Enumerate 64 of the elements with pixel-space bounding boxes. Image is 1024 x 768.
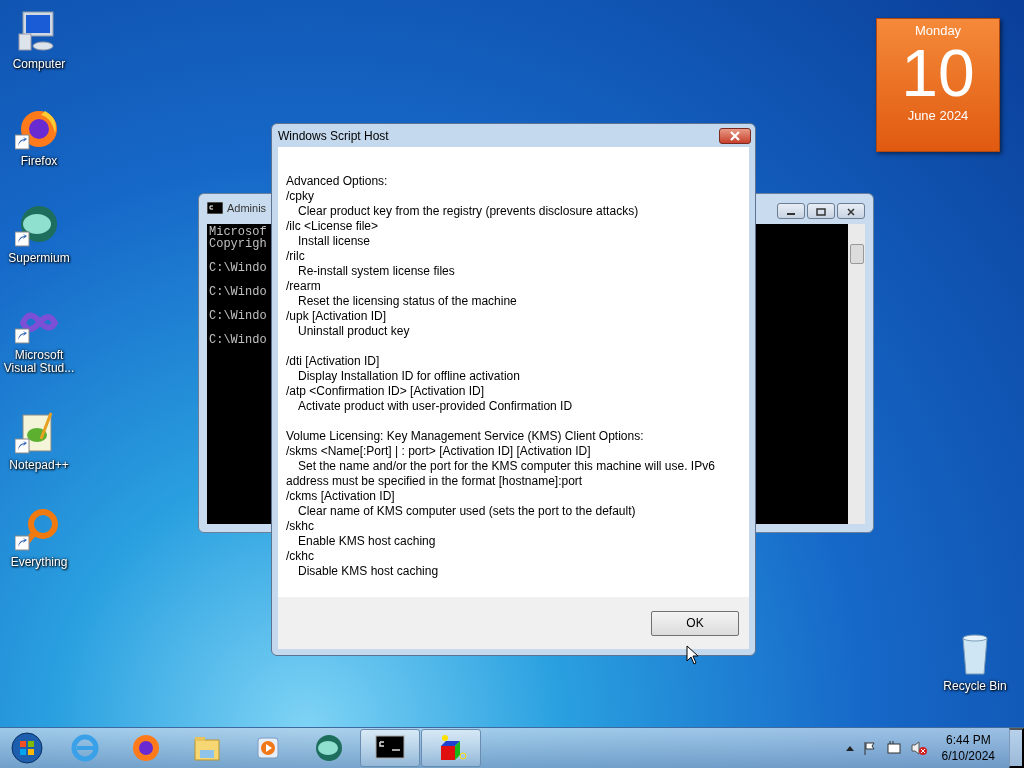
- option-description: Clear name of KMS computer used (sets the port to the default): [297, 504, 637, 519]
- option-description: Clear product key from the registry (prevents disclosure attacks): [297, 204, 640, 219]
- desktop-icon-label[interactable]: Recycle Bin: [938, 680, 1012, 693]
- desktop-icon-label[interactable]: Microsoft Visual Stud...: [2, 349, 76, 375]
- option-description: Activate product with user-provided Confirmation ID: [297, 399, 574, 414]
- show-desktop-button[interactable]: [1009, 728, 1024, 768]
- console-text: Microsof: [209, 226, 267, 238]
- option-description: Install license: [297, 234, 372, 249]
- close-button[interactable]: [837, 203, 865, 219]
- console-text: C:\Windo: [209, 310, 267, 322]
- scrollbar[interactable]: [848, 224, 865, 524]
- taskbar-button[interactable]: [421, 729, 481, 767]
- mouse-pointer-icon: [686, 645, 699, 665]
- window-title: Adminis: [227, 202, 267, 214]
- close-icon: [729, 130, 741, 141]
- option-description: Reset the licensing status of the machine: [297, 294, 518, 309]
- option-description: Re-install system license files: [297, 264, 456, 279]
- option-name: /ckms [Activation ID]: [286, 489, 396, 504]
- close-icon: [845, 208, 857, 216]
- clock-time: 6:44 PM: [945, 732, 991, 748]
- option-name: /ilc <License file>: [286, 219, 380, 234]
- windows-logo-icon: [11, 732, 43, 764]
- option-name: /rilc: [286, 249, 306, 264]
- option-name: /skms <Name[:Port] | : port> [Activation ID] [Activation ID]: [286, 444, 592, 459]
- clock[interactable]: 6:44 PM 6/10/2024: [935, 732, 1001, 764]
- option-description: Enable KMS host caching: [297, 534, 437, 549]
- section-heading: Advanced Options:: [286, 174, 389, 189]
- console-text: C:\Windo: [209, 262, 267, 274]
- console-text: C:\Windo: [209, 286, 267, 298]
- desktop-icon-label[interactable]: Notepad++: [2, 459, 76, 472]
- option-description: Uninstall product key: [297, 324, 411, 339]
- minimize-button[interactable]: [777, 203, 805, 219]
- option-name: /rearm: [286, 279, 322, 294]
- desktop-icon-label[interactable]: Firefox: [2, 155, 76, 168]
- close-button[interactable]: [719, 127, 751, 144]
- calendar-weekday: Monday: [914, 23, 962, 38]
- taskbar-button[interactable]: [360, 729, 420, 767]
- console-icon: [207, 202, 223, 214]
- network-icon[interactable]: [885, 740, 902, 756]
- option-description: Set the name and/or the port for the KMS computer this machine will use. IPv6 address must be specified in the format [hostname]:port: [286, 459, 716, 489]
- ok-button[interactable]: OK: [651, 610, 739, 636]
- flag-icon[interactable]: [861, 740, 878, 756]
- desktop-icon-label[interactable]: Computer: [2, 58, 76, 71]
- desktop-icon-label[interactable]: Everything: [2, 556, 76, 569]
- calendar-month-year: June 2024: [907, 108, 969, 123]
- option-name: /cpky: [286, 189, 315, 204]
- calendar-day: 10: [901, 38, 975, 108]
- maximize-icon: [815, 208, 827, 216]
- console-text: Copyrigh: [209, 238, 267, 250]
- option-description: Disable KMS host caching: [297, 564, 440, 579]
- option-name: /dti [Activation ID]: [286, 354, 381, 369]
- option-name: /atp <Confirmation ID> [Activation ID]: [286, 384, 486, 399]
- option-name: /skhc: [286, 519, 315, 534]
- muted-speaker-icon[interactable]: [909, 740, 928, 756]
- dialog-title: Windows Script Host: [278, 128, 389, 143]
- section-heading: Volume Licensing: Key Management Service (KMS) Client Options:: [286, 429, 645, 444]
- show-hidden-icons-icon[interactable]: [845, 745, 854, 751]
- option-description: Display Installation ID for offline activation: [297, 369, 521, 384]
- desktop-icon-label[interactable]: Supermium: [2, 252, 76, 265]
- option-name: /ckhc: [286, 549, 315, 564]
- option-name: /upk [Activation ID]: [286, 309, 388, 324]
- console-text: C:\Windo: [209, 334, 267, 346]
- maximize-button[interactable]: [807, 203, 835, 219]
- clock-date: 6/10/2024: [941, 748, 995, 764]
